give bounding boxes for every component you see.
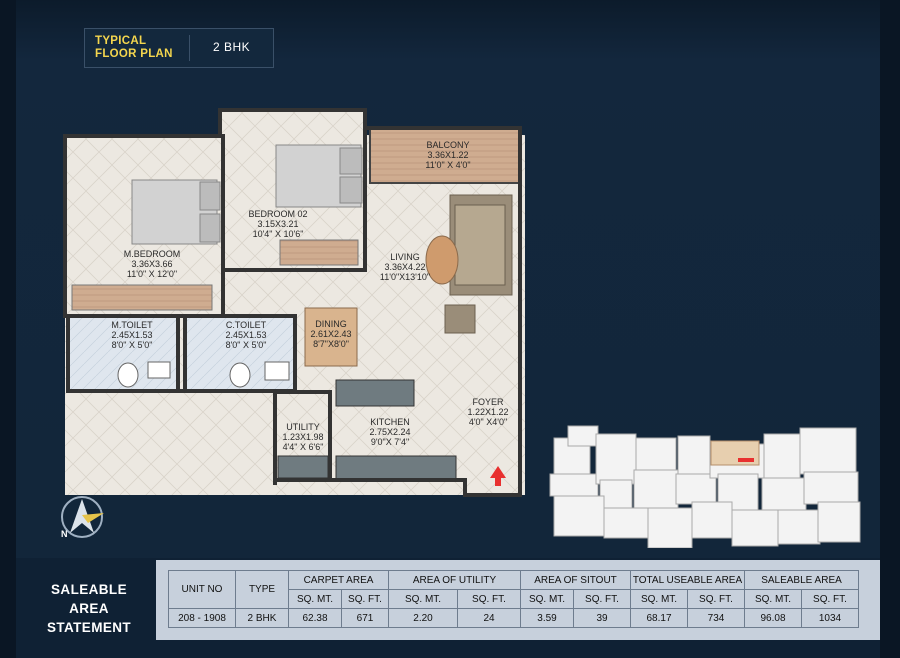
room-dim-bedroom-02: 10'4" X 10'6" (253, 229, 304, 239)
sub-utility-sqft: SQ. FT. (457, 589, 521, 609)
room-dim-foyer: 4'0" X4'0" (469, 417, 507, 427)
room-dim-dining: 8'7"X8'0" (313, 339, 349, 349)
unit-type-label: 2 BHK (213, 40, 251, 54)
room-size-bedroom-02: 3.15X3.21 (257, 219, 298, 229)
floor-plan: BALCONY 3.36X1.22 11'0" X 4'0" BEDROOM 0… (63, 108, 525, 497)
plan-title: TYPICAL FLOOR PLAN (95, 35, 173, 61)
room-dim-c-toilet: 8'0" X 5'0" (226, 340, 267, 350)
sub-saleable-sqft: SQ. FT. (801, 589, 859, 609)
sub-useable-sqft: SQ. FT. (687, 589, 745, 609)
statement-title-line2: STATEMENT (46, 620, 132, 635)
room-label-m-bedroom: M.BEDROOM (124, 249, 181, 259)
cell-unit-no: 208 - 1908 (168, 608, 236, 628)
table-row: 208 - 1908 2 BHK 62.38 671 2.20 24 3.59 … (168, 608, 859, 628)
room-label-bedroom-02: BEDROOM 02 (248, 209, 307, 219)
room-size-balcony: 3.36X1.22 (427, 150, 468, 160)
header-saleable-area: SALEABLE AREA (744, 570, 859, 590)
sub-carpet-sqft: SQ. FT. (341, 589, 389, 609)
cell-type: 2 BHK (235, 608, 289, 628)
header-carpet-area: CARPET AREA (288, 570, 389, 590)
header-area-of-sitout: AREA OF SITOUT (520, 570, 631, 590)
north-compass-icon: N (61, 496, 104, 539)
compass-letter: N (61, 529, 68, 539)
header-unit-no: UNIT NO (168, 570, 236, 609)
sub-sitout-sqmt: SQ. MT. (520, 589, 574, 609)
room-dim-living: 11'0"X13'10" (380, 272, 430, 282)
room-dim-utility: 4'4" X 6'6" (283, 442, 324, 452)
header-total-useable-area: TOTAL USEABLE AREA (630, 570, 745, 590)
sub-sitout-sqft: SQ. FT. (573, 589, 631, 609)
area-table: UNIT NO TYPE CARPET AREA AREA OF UTILITY… (168, 570, 859, 628)
room-size-dining: 2.61X2.43 (310, 329, 351, 339)
room-size-living: 3.36X4.22 (384, 262, 425, 272)
sub-useable-sqmt: SQ. MT. (630, 589, 688, 609)
room-label-m-toilet: M.TOILET (111, 320, 153, 330)
room-dim-m-toilet: 8'0" X 5'0" (112, 340, 153, 350)
room-size-utility: 1.23X1.98 (282, 432, 323, 442)
title-divider (189, 35, 190, 61)
left-border (0, 0, 16, 658)
room-size-c-toilet: 2.45X1.53 (225, 330, 266, 340)
title-line1: TYPICAL (95, 35, 147, 47)
title-line2: FLOOR PLAN (95, 48, 173, 60)
cell-utility-sqft: 24 (457, 608, 521, 628)
sub-carpet-sqmt: SQ. MT. (288, 589, 342, 609)
cell-useable-sqmt: 68.17 (630, 608, 688, 628)
room-label-kitchen: KITCHEN (370, 417, 410, 427)
room-size-m-toilet: 2.45X1.53 (111, 330, 152, 340)
header-type: TYPE (235, 570, 289, 609)
sub-saleable-sqmt: SQ. MT. (744, 589, 802, 609)
cell-sitout-sqft: 39 (573, 608, 631, 628)
cell-carpet-sqft: 671 (341, 608, 389, 628)
sub-utility-sqmt: SQ. MT. (388, 589, 458, 609)
statement-title: SALEABLE AREA STATEMENT (30, 580, 148, 637)
room-label-living: LIVING (390, 252, 420, 262)
cell-utility-sqmt: 2.20 (388, 608, 458, 628)
room-label-dining: DINING (315, 319, 347, 329)
room-label-c-toilet: C.TOILET (226, 320, 267, 330)
plan-title-box: TYPICAL FLOOR PLAN 2 BHK (84, 28, 274, 68)
key-plan (549, 425, 861, 548)
kitchen-counter (335, 379, 415, 407)
statement-title-line1: SALEABLE AREA (51, 582, 127, 616)
room-dim-m-bedroom: 11'0" X 12'0" (127, 269, 177, 279)
room-dim-kitchen: 9'0"X 7'4" (371, 437, 409, 447)
area-table-wrapper: UNIT NO TYPE CARPET AREA AREA OF UTILITY… (156, 560, 880, 640)
right-border (880, 0, 900, 658)
room-size-kitchen: 2.75X2.24 (369, 427, 410, 437)
room-dim-balcony: 11'0" X 4'0" (425, 160, 470, 170)
header-area-of-utility: AREA OF UTILITY (388, 570, 521, 590)
room-size-foyer: 1.22X1.22 (467, 407, 508, 417)
room-label-utility: UTILITY (286, 422, 320, 432)
cell-sitout-sqmt: 3.59 (520, 608, 574, 628)
room-label-balcony: BALCONY (426, 140, 469, 150)
cell-useable-sqft: 734 (687, 608, 745, 628)
cell-saleable-sqmt: 96.08 (744, 608, 802, 628)
room-label-foyer: FOYER (472, 397, 504, 407)
cell-saleable-sqft: 1034 (801, 608, 859, 628)
cell-carpet-sqmt: 62.38 (288, 608, 342, 628)
room-size-m-bedroom: 3.36X3.66 (131, 259, 172, 269)
